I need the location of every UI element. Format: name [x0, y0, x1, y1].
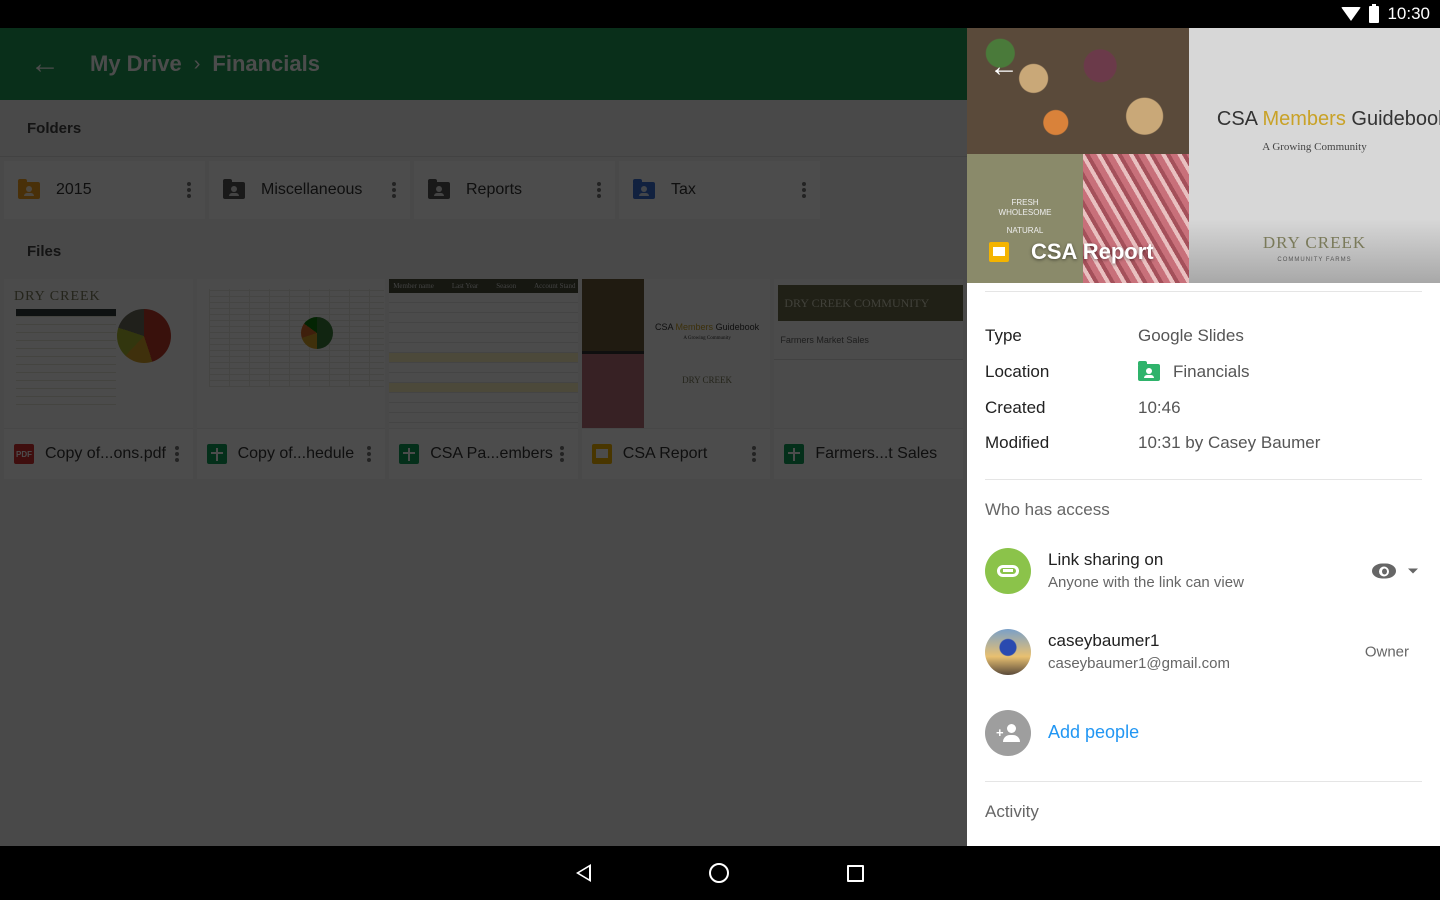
status-bar: 10:30 — [0, 0, 1440, 28]
meta-key: Modified — [985, 432, 1050, 452]
preview-brand-sub: COMMUNITY FARMS — [1277, 257, 1352, 263]
preview-title: Guidebook — [1345, 108, 1440, 130]
meta-modified: Modified 10:31 by Casey Baumer — [985, 426, 1422, 459]
add-person-icon: + — [985, 709, 1031, 756]
meta-key: Created — [985, 398, 1046, 417]
screen: 10:30 ← My Drive › Financials Folders 20… — [0, 0, 1440, 900]
slides-icon — [989, 242, 1009, 262]
eye-icon — [1372, 563, 1396, 578]
access-heading: Who has access — [985, 500, 1110, 519]
owner-row: caseybaumer1 caseybaumer1@gmail.com Owne… — [967, 611, 1440, 692]
scrim-overlay[interactable] — [0, 28, 967, 846]
meta-value: 10:46 — [1138, 398, 1181, 417]
add-people-label: Add people — [1048, 722, 1140, 742]
file-preview: FRESH WHOLESOME NATURAL CSA Members Guid… — [967, 28, 1440, 283]
owner-role: Owner — [1364, 643, 1409, 660]
meta-location: Location Financials — [985, 354, 1422, 390]
file-title: CSA Report — [1031, 239, 1154, 264]
shared-folder-icon — [1138, 360, 1160, 381]
preview-title: CSA — [1216, 108, 1263, 130]
add-people-button[interactable]: + Add people — [967, 692, 1440, 773]
avatar — [985, 628, 1031, 675]
owner-username: caseybaumer1 — [1048, 631, 1160, 650]
link-sharing-description: Anyone with the link can view — [1048, 574, 1244, 591]
activity-heading: Activity — [985, 802, 1039, 821]
meta-type: Type Google Slides — [985, 318, 1422, 354]
wifi-icon — [1341, 7, 1362, 21]
preview-subtitle: A Growing Community — [1262, 141, 1367, 153]
meta-value: Financials — [1173, 362, 1250, 381]
back-icon[interactable] — [576, 864, 591, 882]
home-icon[interactable] — [709, 863, 729, 883]
meta-key: Type — [985, 326, 1022, 345]
system-nav-bar — [0, 846, 1440, 900]
preview-tile-text: WHOLESOME — [998, 208, 1052, 217]
link-sharing-status: Link sharing on — [1048, 550, 1164, 569]
preview-tile-text: FRESH — [1011, 198, 1039, 207]
meta-value: 10:31 by Casey Baumer — [1138, 432, 1321, 452]
preview-slide: CSA Members Guidebook A Growing Communit… — [1189, 28, 1440, 283]
link-permission-dropdown[interactable] — [1372, 563, 1418, 578]
drive-app: ← My Drive › Financials Folders 2015 Mis… — [0, 28, 967, 846]
close-details-button[interactable]: ← — [989, 50, 1019, 84]
owner-email: caseybaumer1@gmail.com — [1048, 655, 1230, 672]
status-time: 10:30 — [1387, 4, 1430, 23]
recents-icon[interactable] — [847, 864, 864, 882]
meta-value: Google Slides — [1138, 326, 1244, 345]
details-title: CSA Report — [989, 239, 1154, 265]
location-link[interactable]: Financials — [1138, 360, 1250, 382]
preview-title-accent: Members — [1262, 108, 1346, 130]
preview-brand: DRY CREEK — [1262, 233, 1367, 252]
meta-created: Created 10:46 — [985, 390, 1422, 426]
preview-tile-text: NATURAL — [1006, 226, 1044, 235]
link-icon — [985, 547, 1031, 594]
link-sharing-row[interactable]: Link sharing on Anyone with the link can… — [967, 530, 1440, 611]
caret-down-icon — [1408, 568, 1418, 573]
battery-icon — [1369, 3, 1380, 23]
arrow-left-icon: ← — [989, 50, 1019, 83]
preview-vegetables-photo — [967, 28, 1189, 154]
file-metadata: Type Google Slides Location Financials C… — [967, 292, 1440, 479]
details-panel: FRESH WHOLESOME NATURAL CSA Members Guid… — [967, 28, 1440, 846]
meta-key: Location — [985, 362, 1050, 381]
